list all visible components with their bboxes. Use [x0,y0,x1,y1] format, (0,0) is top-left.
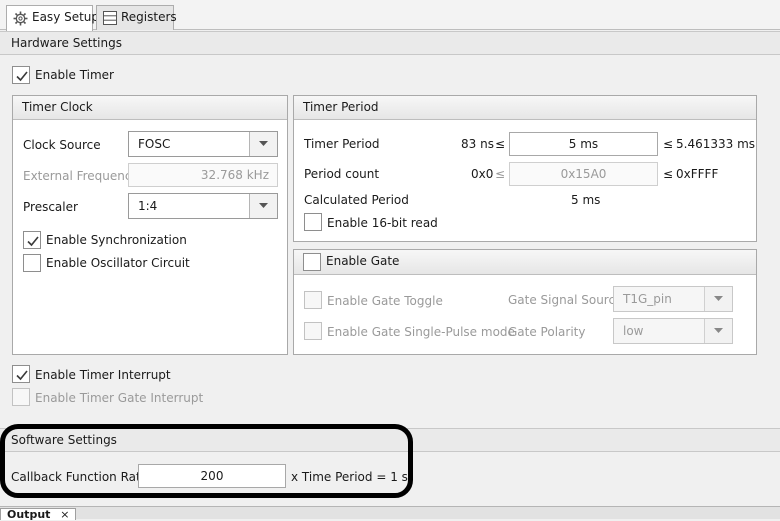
timer-period-max: 5.461333 ms [676,137,756,151]
enable-16bit-read-checkbox[interactable] [304,213,322,231]
output-tab-label: Output [7,508,51,521]
dropdown-button[interactable] [249,194,277,218]
gate-polarity-label: Gate Polarity [508,325,586,339]
checkmark-icon [16,71,28,82]
enable-gate-single-pulse-label: Enable Gate Single-Pulse mode [327,325,515,339]
annotation-highlight-box [0,424,413,498]
checkmark-icon [16,370,28,381]
clock-source-select[interactable]: FOSC [128,131,278,157]
chevron-down-icon [259,203,268,208]
table-icon [103,11,117,28]
enable-oscillator-circuit-label: Enable Oscillator Circuit [46,256,190,270]
clock-source-value: FOSC [138,137,171,151]
gate-polarity-value: low [623,324,644,338]
prescaler-value: 1:4 [138,199,158,213]
clock-source-label: Clock Source [23,138,101,152]
output-tab[interactable]: Output × [0,508,77,521]
timer-clock-group: Timer Clock Clock Source FOSC External F… [12,95,288,355]
chevron-down-icon [259,141,268,146]
enable-timer-checkbox[interactable] [12,66,30,84]
external-frequency-field[interactable]: 32.768 kHz [128,163,278,187]
enable-gate-title: Enable Gate [326,254,400,268]
tab-registers-label: Registers [121,10,177,24]
chevron-down-icon [714,296,723,301]
dropdown-button[interactable] [704,319,732,343]
tab-bar: Easy Setup Registers [0,0,780,31]
enable-timer-interrupt-label: Enable Timer Interrupt [35,368,171,382]
timer-period-group: Timer Period Timer Period 83 ns ≤ 5 ms ≤… [293,95,757,242]
enable-synchronization-label: Enable Synchronization [46,233,187,247]
period-count-max: 0xFFFF [676,167,719,181]
enable-gate-checkbox[interactable] [303,253,321,271]
period-count-min: 0x0 [471,167,494,181]
tab-easy-setup[interactable]: Easy Setup [6,5,99,31]
period-count-label: Period count [304,167,380,181]
enable-timer-label: Enable Timer [35,68,114,82]
enable-gate-single-pulse-checkbox[interactable] [304,322,322,340]
timer-clock-header: Timer Clock [13,96,287,120]
bottom-panel-bar: Output × [0,506,780,521]
gate-signal-source-select[interactable]: T1G_pin [613,286,733,312]
timer-clock-title: Timer Clock [22,100,93,114]
calculated-period-label: Calculated Period [304,193,409,207]
enable-gate-toggle-checkbox[interactable] [304,291,322,309]
prescaler-select[interactable]: 1:4 [128,193,278,219]
external-frequency-label: External Frequency [23,169,139,183]
less-equal-symbol: ≤ [495,167,506,181]
enable-gate-header: Enable Gate [294,250,756,275]
timer-period-input[interactable]: 5 ms [509,132,658,156]
gate-polarity-select[interactable]: low [613,318,733,344]
tab-registers[interactable]: Registers [96,5,177,30]
dropdown-button[interactable] [704,287,732,311]
timer-period-title: Timer Period [303,100,379,114]
period-count-field[interactable]: 0x15A0 [509,162,658,186]
close-icon[interactable]: × [60,508,69,521]
less-equal-symbol: ≤ [495,137,506,151]
gear-icon [13,11,28,29]
gate-signal-source-value: T1G_pin [623,292,672,306]
hardware-settings-title: Hardware Settings [11,36,122,50]
hardware-settings-header: Hardware Settings [0,31,780,55]
enable-gate-toggle-label: Enable Gate Toggle [327,294,443,308]
timer-period-header: Timer Period [294,96,756,120]
prescaler-label: Prescaler [23,200,78,214]
less-equal-symbol: ≤ [663,167,674,181]
enable-timer-gate-interrupt-label: Enable Timer Gate Interrupt [35,391,204,405]
checkmark-icon [27,236,39,247]
chevron-down-icon [714,328,723,333]
calculated-period-value: 5 ms [571,193,601,207]
enable-synchronization-checkbox[interactable] [23,231,41,249]
dropdown-button[interactable] [249,132,277,156]
timer-period-label: Timer Period [304,137,380,151]
gate-signal-source-label: Gate Signal Source [508,293,623,307]
enable-timer-gate-interrupt-checkbox[interactable] [12,388,30,406]
tab-easy-setup-label: Easy Setup [32,10,100,24]
enable-oscillator-circuit-checkbox[interactable] [23,254,41,272]
less-equal-symbol: ≤ [663,137,674,151]
enable-gate-group: Enable Gate Enable Gate Toggle Enable Ga… [293,249,757,355]
timer-period-min: 83 ns [461,137,494,151]
enable-16bit-read-label: Enable 16-bit read [327,216,438,230]
enable-timer-interrupt-checkbox[interactable] [12,365,30,383]
